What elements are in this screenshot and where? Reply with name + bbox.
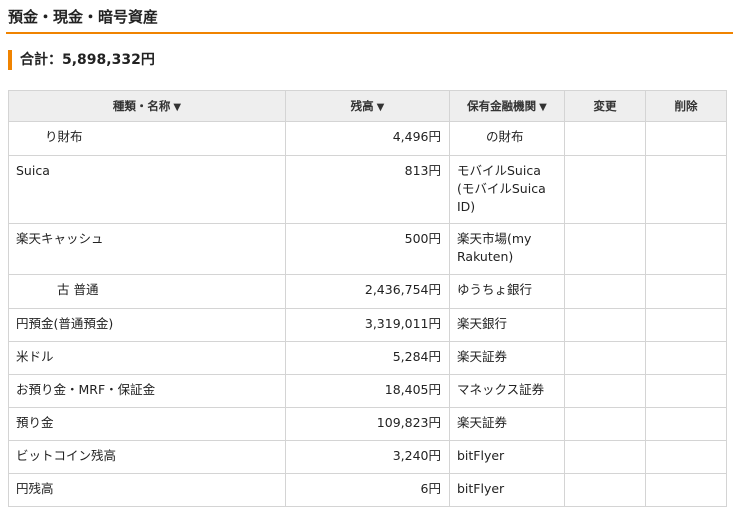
- cell-edit[interactable]: [564, 407, 646, 441]
- cell-edit[interactable]: [564, 274, 646, 309]
- cell-institution: 楽天証券: [449, 407, 565, 441]
- cell-name: 円預金(普通預金): [8, 308, 286, 342]
- table-row: ビットコイン残高 3,240円 bitFlyer: [8, 440, 727, 474]
- cell-delete[interactable]: [645, 308, 727, 342]
- cell-balance: 813円: [285, 155, 450, 224]
- cell-delete[interactable]: [645, 223, 727, 275]
- cell-institution: モバイルSuica (モバイルSuica ID): [449, 155, 565, 224]
- cell-institution: ゆうちょ銀行: [449, 274, 565, 309]
- cell-name: Suica: [8, 155, 286, 224]
- cell-edit[interactable]: [564, 223, 646, 275]
- cell-edit[interactable]: [564, 374, 646, 408]
- table-row: 楽天キャッシュ 500円 楽天市場(my Rakuten): [8, 223, 727, 275]
- cell-balance: 2,436,754円: [285, 274, 450, 309]
- sort-down-icon: ▼: [539, 102, 547, 113]
- cell-institution: の財布: [449, 121, 565, 156]
- cell-name: 米ドル: [8, 341, 286, 375]
- cell-name: 円残高: [8, 473, 286, 507]
- section-title: 預金・現金・暗号資産: [6, 0, 733, 34]
- cell-institution: 楽天銀行: [449, 308, 565, 342]
- cell-delete[interactable]: [645, 407, 727, 441]
- cell-institution: bitFlyer: [449, 473, 565, 507]
- cell-name: ビットコイン残高: [8, 440, 286, 474]
- cell-edit[interactable]: [564, 440, 646, 474]
- header-balance[interactable]: 残高 ▼: [285, 90, 450, 122]
- cell-institution: マネックス証券: [449, 374, 565, 408]
- cell-edit[interactable]: [564, 308, 646, 342]
- total-amount: 合計：5,898,332円: [8, 50, 155, 70]
- cell-edit[interactable]: [564, 121, 646, 156]
- table-row: 円残高 6円 bitFlyer: [8, 473, 727, 507]
- cell-name: お預り金・MRF・保証金: [8, 374, 286, 408]
- cell-delete[interactable]: [645, 155, 727, 224]
- cell-name: り財布: [8, 121, 286, 156]
- cell-edit[interactable]: [564, 341, 646, 375]
- cell-balance: 500円: [285, 223, 450, 275]
- header-institution-label: 保有金融機関: [467, 99, 537, 113]
- sort-down-icon: ▼: [376, 102, 385, 113]
- cell-balance: 5,284円: [285, 341, 450, 375]
- table-row: 米ドル 5,284円 楽天証券: [8, 341, 727, 375]
- header-balance-label: 残高: [350, 99, 374, 113]
- cell-edit[interactable]: [564, 473, 646, 507]
- cell-balance: 4,496円: [285, 121, 450, 156]
- table-row: り財布 4,496円 の財布: [8, 121, 727, 156]
- cell-balance: 3,240円: [285, 440, 450, 474]
- cell-delete[interactable]: [645, 473, 727, 507]
- cell-name: 楽天キャッシュ: [8, 223, 286, 275]
- cell-delete[interactable]: [645, 440, 727, 474]
- sort-down-icon: ▼: [173, 102, 182, 113]
- cell-delete[interactable]: [645, 374, 727, 408]
- header-name[interactable]: 種類・名称 ▼: [8, 90, 286, 122]
- header-edit: 変更: [564, 90, 646, 122]
- cell-edit[interactable]: [564, 155, 646, 224]
- cell-balance: 109,823円: [285, 407, 450, 441]
- cell-balance: 18,405円: [285, 374, 450, 408]
- table-row: 円預金(普通預金) 3,319,011円 楽天銀行: [8, 308, 727, 342]
- table-header-row: 種類・名称 ▼ 残高 ▼ 保有金融機関 ▼ 変更 削除: [8, 90, 727, 122]
- cell-institution: 楽天証券: [449, 341, 565, 375]
- table-row: 預り金 109,823円 楽天証券: [8, 407, 727, 441]
- table-row: お預り金・MRF・保証金 18,405円 マネックス証券: [8, 374, 727, 408]
- cell-delete[interactable]: [645, 341, 727, 375]
- cell-institution: 楽天市場(my Rakuten): [449, 223, 565, 275]
- header-name-label: 種類・名称: [112, 99, 171, 113]
- table-row: 古 普通 2,436,754円 ゆうちょ銀行: [8, 274, 727, 309]
- cell-balance: 6円: [285, 473, 450, 507]
- cell-balance: 3,319,011円: [285, 308, 450, 342]
- header-delete: 削除: [645, 90, 727, 122]
- cell-institution: bitFlyer: [449, 440, 565, 474]
- table-row: Suica 813円 モバイルSuica (モバイルSuica ID): [8, 155, 727, 224]
- cell-delete[interactable]: [645, 121, 727, 156]
- cell-delete[interactable]: [645, 274, 727, 309]
- assets-table: 種類・名称 ▼ 残高 ▼ 保有金融機関 ▼ 変更 削除 り財布 4,496円 の財布 …: [8, 90, 727, 507]
- header-institution[interactable]: 保有金融機関 ▼: [449, 90, 565, 122]
- cell-name: 古 普通: [8, 274, 286, 309]
- cell-name: 預り金: [8, 407, 286, 441]
